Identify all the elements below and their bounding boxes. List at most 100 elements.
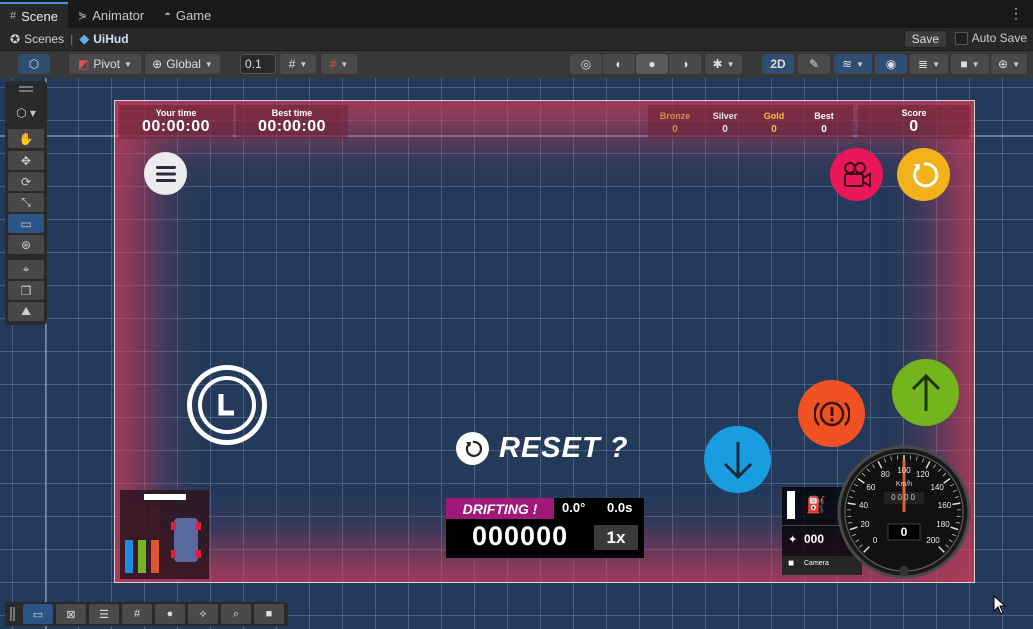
shaded-button[interactable]: ● [636, 54, 668, 74]
overlay-image-button[interactable]: ⊠ [56, 604, 86, 624]
arrow-up-icon [911, 373, 940, 411]
increment-snap-button[interactable]: # ▼ [321, 54, 357, 74]
accelerate-button[interactable] [892, 359, 959, 426]
brake-warning-icon [813, 401, 850, 426]
layers-dropdown[interactable]: ≣ ▼ [910, 54, 948, 74]
more-menu-icon[interactable]: ⋮ [1009, 5, 1023, 22]
sphere-icon: ● [166, 608, 174, 620]
grid-snap-button[interactable]: # ▼ [280, 54, 316, 74]
debug-draw-button[interactable]: ✱ ▼ [705, 54, 742, 74]
save-button[interactable]: Save [903, 30, 947, 48]
unlit-button[interactable]: ◑ [669, 54, 701, 74]
gauge-bar-green [138, 540, 146, 573]
drag-handle-icon[interactable] [19, 86, 33, 88]
steering-left-button[interactable] [187, 365, 267, 445]
minimap-panel [120, 490, 209, 579]
shaded-wireframe-icon: ◐ [615, 57, 623, 71]
terrain-tool-button[interactable]: ⛰ [8, 302, 44, 321]
overlay-navmesh-button[interactable]: ⟡ [188, 604, 218, 624]
animator-icon: ⋟ [78, 9, 88, 22]
view-options-button[interactable]: ⬡ ▾ [8, 103, 44, 122]
breadcrumb-current[interactable]: ◆ UiHud [79, 31, 128, 47]
tool-handle-button[interactable]: ⬡ [18, 54, 50, 74]
minimap-progress-bar [144, 494, 186, 500]
rect-tool-button[interactable]: ▭ [8, 214, 44, 233]
stack-icon: ≣ [918, 57, 929, 71]
overlay-sphere-button[interactable]: ● [155, 604, 185, 624]
overlay-search-button[interactable]: ⌕ [221, 604, 251, 624]
minimap-slot [137, 506, 147, 536]
gauge-tick-label: 200 [926, 535, 940, 545]
video-camera-icon: ■ [265, 608, 273, 620]
overlay-grid-button[interactable]: # [122, 604, 152, 624]
transform-tool-button[interactable]: ⊛ [8, 235, 44, 254]
overlay-rect-button[interactable]: ▭ [23, 604, 53, 624]
hand-tool-button[interactable]: ✋ [8, 129, 44, 148]
breadcrumb-scenes[interactable]: ✪ Scenes [0, 32, 64, 46]
camera-switch-button[interactable] [830, 148, 883, 201]
nitro-icon: ✦ [788, 534, 798, 546]
chevron-down-icon: ▼ [340, 59, 349, 69]
score-value: 0 [909, 118, 919, 135]
chevron-down-icon: ▼ [204, 59, 213, 69]
scale-tool-button[interactable]: ⤡ [8, 193, 44, 212]
reverse-button[interactable] [704, 426, 771, 493]
camera-small-icon: ■ [788, 558, 795, 569]
gauge-tick-label: 100 [897, 466, 911, 475]
fx-dropdown[interactable]: ≋ ▼ [834, 54, 872, 74]
custom-tool-button[interactable]: ⌖ [8, 260, 44, 279]
transform-icon: ⊛ [20, 237, 32, 252]
chevron-down-icon: ▼ [971, 59, 980, 69]
car-wheel [171, 550, 176, 558]
pivot-dropdown[interactable]: ◩ Pivot ▼ [69, 54, 141, 74]
lighting-toggle-button[interactable]: ✎ [798, 54, 830, 74]
medal-silver: Silver 0 [712, 111, 738, 135]
visibility-toggle-button[interactable]: ◉ [875, 54, 907, 74]
hud-canvas[interactable]: Your time 00:00:00 Best time 00:00:00 Br… [114, 100, 975, 583]
overlay-sliders-button[interactable]: ☰ [89, 604, 119, 624]
copy-icon: ❐ [20, 283, 32, 298]
copy-tool-button[interactable]: ❐ [8, 281, 44, 300]
scene-view[interactable]: Your time 00:00:00 Best time 00:00:00 Br… [0, 78, 1033, 629]
move-tool-button[interactable]: ✥ [8, 151, 44, 170]
drag-handle-icon[interactable] [10, 607, 12, 621]
gauge-bar-red [151, 540, 159, 573]
autosave-checkbox[interactable] [954, 31, 968, 45]
drift-multiplier: 1x [594, 525, 638, 550]
autosave-toggle[interactable]: Auto Save [954, 31, 1027, 45]
speedometer: Km/h 0000 0 0 20 40 60 80 100 120 140 160 180 200 [837, 445, 971, 579]
gizmos-dropdown[interactable]: ⊕ ▼ [991, 54, 1027, 74]
search-icon: ⌕ [232, 607, 240, 620]
wireframe-button[interactable]: ◎ [570, 54, 602, 74]
fuel-pump-icon: ⛽ [806, 497, 826, 514]
global-dropdown[interactable]: ⊕ Global ▼ [145, 54, 220, 74]
prefab-cube-icon: ◆ [79, 31, 90, 46]
rect-icon: ▭ [32, 608, 44, 621]
hamburger-icon [155, 165, 176, 182]
tab-scene[interactable]: # Scene [0, 2, 68, 28]
globe-icon: ⊕ [152, 57, 163, 71]
handbrake-button[interactable] [798, 380, 865, 447]
reset-icon-circle [456, 432, 489, 465]
snap-value-input[interactable]: 0.1 [240, 54, 276, 74]
chevron-down-icon: ▼ [1012, 59, 1020, 69]
shaded-wireframe-button[interactable]: ◐ [603, 54, 635, 74]
your-time-value: 00:00:00 [141, 118, 211, 135]
drift-score: 000000 [472, 521, 569, 551]
drift-panel: DRIFTING ! 0.0° 0.0s 000000 1x [446, 498, 644, 558]
2d-toggle-button[interactable]: 2D [762, 54, 794, 74]
camera-dropdown[interactable]: ■ ▼ [951, 54, 989, 74]
medal-bronze: Bronze 0 [659, 111, 691, 135]
menu-button[interactable] [144, 152, 187, 195]
steering-inner-ring [198, 376, 256, 434]
restart-button[interactable] [897, 148, 950, 201]
tab-game[interactable]: ◓ Game [154, 2, 221, 28]
rotate-tool-button[interactable]: ⟳ [8, 172, 44, 191]
overlay-camera-button[interactable]: ■ [254, 604, 284, 624]
score-panel: Score 0 [858, 105, 970, 139]
reset-prompt[interactable]: RESET ? [456, 432, 628, 465]
best-time-panel: Best time 00:00:00 [236, 105, 348, 139]
tab-animator[interactable]: ⋟ Animator [68, 2, 154, 28]
your-time-panel: Your time 00:00:00 [119, 105, 233, 139]
layers-icon: ≋ [842, 57, 853, 71]
